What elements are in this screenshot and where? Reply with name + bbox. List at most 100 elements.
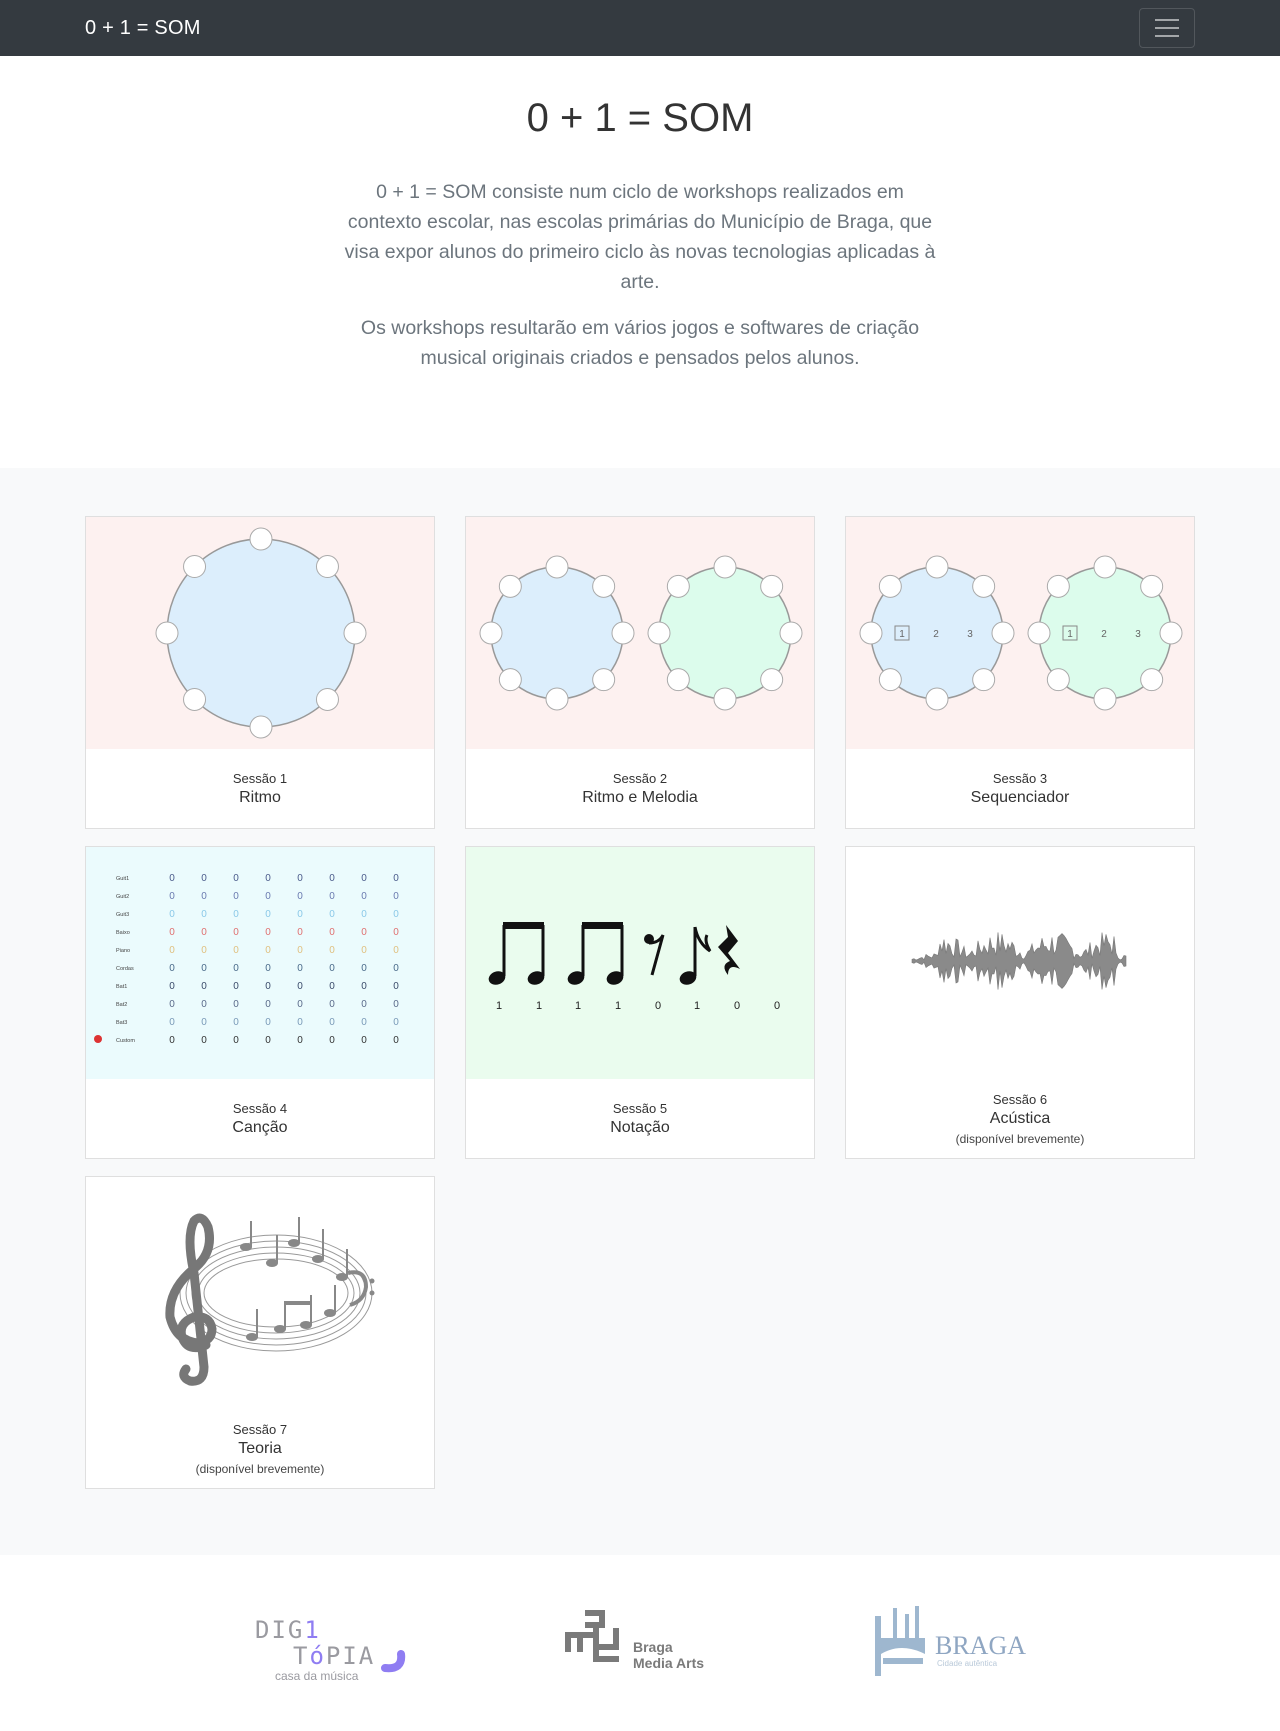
step-cell: 0 (201, 999, 207, 1010)
step-cell: 0 (233, 999, 239, 1010)
session-number: Sessão 7 (232, 1421, 288, 1437)
wheel-pad (647, 621, 671, 645)
hamburger-icon (1155, 19, 1179, 21)
step-cell: 0 (329, 909, 335, 920)
step-cell: 0 (393, 981, 399, 992)
wheel-pad (183, 687, 207, 711)
wheel-pad (545, 687, 569, 711)
session-title: Canção (232, 1118, 288, 1136)
digitopia-logo[interactable]: DIG1 TóPIA casa da música (245, 1598, 415, 1688)
session-card-5[interactable]: 1 1 1 1 0 1 0 0 Sessão 5 Notação (465, 846, 815, 1159)
step-cell: 0 (329, 945, 335, 956)
step-cell: 0 (233, 909, 239, 920)
session-thumbnail (846, 847, 1194, 1079)
svg-text:DIG1: DIG1 (255, 1616, 321, 1644)
session-card-4[interactable]: Guit1 0 0 0 0 0 0 0 0 Guit2 0 0 0 0 0 0 0 0 Guit3 0 0 0 0 0 0 0 0 B… (85, 846, 435, 1159)
session-card-6[interactable]: Sessão 6 Acústica (disponível brevemente… (845, 846, 1195, 1159)
intro-paragraph: 0 + 1 = SOM consiste num ciclo de worksh… (344, 181, 936, 293)
step-cell: 0 (169, 981, 175, 992)
step-cell: 0 (169, 873, 175, 884)
rhythm-digit: 1 (496, 1000, 502, 1012)
wheel-pad (592, 668, 616, 692)
seq-label-2: 2 (1101, 629, 1107, 640)
step-cell: 0 (201, 945, 207, 956)
wheel-pad (545, 555, 569, 579)
step-cell: 0 (169, 945, 175, 956)
step-cell: 0 (329, 963, 335, 974)
session-card-7[interactable]: Sessão 7 Teoria (disponível brevemente) (85, 1176, 435, 1489)
rhythm-melody-wheels-icon (479, 555, 803, 711)
svg-text:casa da música: casa da música (275, 1669, 359, 1683)
session-thumbnail: Guit1 0 0 0 0 0 0 0 0 Guit2 0 0 0 0 0 0 0 0 Guit3 0 0 0 0 0 0 0 0 B… (86, 847, 434, 1079)
navbar: 0 + 1 = SOM (0, 0, 1280, 56)
wheel-pad (249, 527, 273, 551)
step-cell: 0 (361, 981, 367, 992)
session-caption: Sessão 6 Acústica (disponível brevemente… (846, 1079, 1194, 1158)
step-cell: 0 (393, 891, 399, 902)
sequencer-wheels-icon: 1 2 3 1 2 3 (859, 555, 1183, 711)
wheel-pad (779, 621, 803, 645)
music-theory-icon (165, 1213, 375, 1386)
brand-link[interactable]: 0 + 1 = SOM (85, 17, 201, 40)
seq-label-2: 2 (933, 629, 939, 640)
wheel-pad (592, 574, 616, 598)
session-thumbnail: 1 2 3 1 2 3 (846, 517, 1194, 749)
rhythm-digit: 1 (536, 1000, 542, 1012)
rhythm-digit: 0 (734, 1000, 740, 1012)
session-card-1[interactable]: Sessão 1 Ritmo (85, 516, 435, 829)
seq-label-3: 3 (1135, 629, 1141, 640)
step-cell: 0 (265, 1017, 271, 1028)
track-label: Piano (116, 948, 130, 954)
track-label: Guit1 (116, 876, 129, 882)
wheel-pad (1140, 574, 1164, 598)
step-cell: 0 (393, 945, 399, 956)
track-label: Baixo (116, 930, 130, 936)
session-thumbnail: 1 1 1 1 0 1 0 0 (466, 847, 814, 1079)
step-cell: 0 (393, 1035, 399, 1046)
step-cell: 0 (329, 1017, 335, 1028)
step-cell: 0 (361, 1035, 367, 1046)
wheel-pad (1140, 668, 1164, 692)
step-cell: 0 (393, 963, 399, 974)
step-cell: 0 (361, 909, 367, 920)
rhythm-digit: 0 (655, 1000, 661, 1012)
session-card-3[interactable]: 1 2 3 1 2 3 Sessão 3 Sequenciador (845, 516, 1195, 829)
step-cell: 0 (297, 999, 303, 1010)
session-caption: Sessão 2 Ritmo e Melodia (466, 749, 814, 828)
wheel-pad (760, 574, 784, 598)
braga-city-logo[interactable]: BRAGA Cidade autêntica (865, 1598, 1035, 1688)
step-cell: 0 (169, 963, 175, 974)
wheel-pad (925, 687, 949, 711)
wheel-pad (1046, 668, 1070, 692)
wheel-pad (972, 668, 996, 692)
session-number: Sessão 1 (232, 770, 288, 786)
step-cell: 0 (233, 1035, 239, 1046)
step-cell: 0 (329, 891, 335, 902)
step-cell: 0 (361, 891, 367, 902)
waveform-icon (911, 932, 1127, 990)
wheel-pad (1093, 687, 1117, 711)
session-thumbnail (466, 517, 814, 749)
song-grid-icon: Guit1 0 0 0 0 0 0 0 0 Guit2 0 0 0 0 0 0 0 0 Guit3 0 0 0 0 0 0 0 0 B… (94, 873, 399, 1046)
session-caption: Sessão 7 Teoria (disponível brevemente) (86, 1409, 434, 1488)
session-title: Sequenciador (970, 788, 1070, 806)
session-card-2[interactable]: Sessão 2 Ritmo e Melodia (465, 516, 815, 829)
hero-section: 0 + 1 = SOM 0 + 1 = SOM consiste num cic… (0, 56, 1280, 468)
step-cell: 0 (201, 1035, 207, 1046)
session-number: Sessão 2 (612, 770, 668, 786)
rhythm-digit: 1 (615, 1000, 621, 1012)
step-cell: 0 (201, 873, 207, 884)
wheel-pad (991, 621, 1015, 645)
wheel-pad (1159, 621, 1183, 645)
braga-media-arts-logo[interactable]: Braga Media Arts (555, 1598, 725, 1688)
track-label: Guit2 (116, 894, 129, 900)
step-cell: 0 (265, 981, 271, 992)
step-cell: 0 (297, 963, 303, 974)
seq-label-1: 1 (1067, 629, 1073, 640)
wheel-pad (666, 574, 690, 598)
wheel-pad (315, 555, 339, 579)
wheel-pad (249, 715, 273, 739)
session-caption: Sessão 3 Sequenciador (846, 749, 1194, 828)
record-indicator-icon (94, 1035, 102, 1043)
menu-toggle-button[interactable] (1139, 8, 1195, 48)
